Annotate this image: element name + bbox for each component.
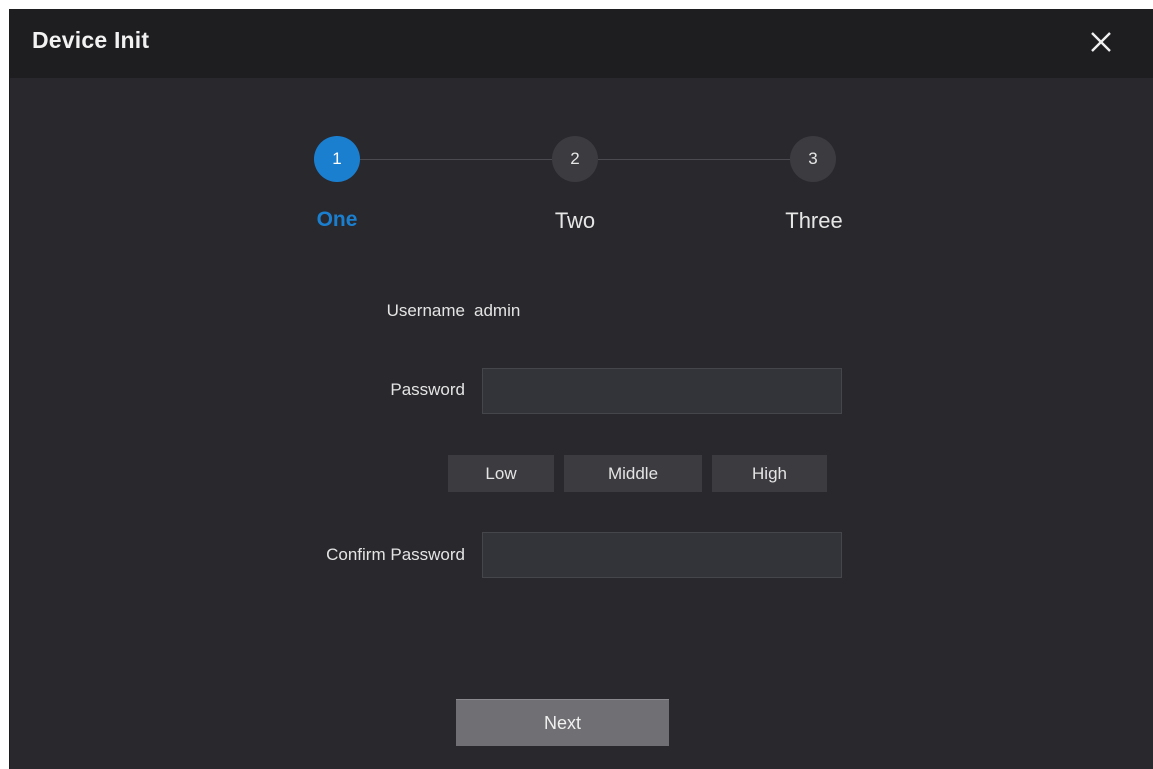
step-connector xyxy=(360,159,552,160)
username-value: admin xyxy=(474,301,521,320)
confirm-password-input[interactable] xyxy=(482,532,842,578)
username-label: Username xyxy=(386,301,465,320)
step-label-three: Three xyxy=(785,208,843,233)
password-input[interactable] xyxy=(482,368,842,414)
step-circle-three: 3 xyxy=(790,136,836,182)
strength-middle: Middle xyxy=(564,455,702,492)
step-circle-one: 1 xyxy=(314,136,360,182)
step-label-one: One xyxy=(316,208,358,231)
confirm-password-label: Confirm Password xyxy=(326,545,465,564)
device-init-dialog: Device Init 1 2 3 One Two Three Username… xyxy=(9,9,1153,769)
password-label: Password xyxy=(390,380,465,399)
step-connector xyxy=(598,159,790,160)
step-circle-two: 2 xyxy=(552,136,598,182)
strength-high: High xyxy=(712,455,827,492)
next-button[interactable]: Next xyxy=(456,699,669,746)
step-progress: 1 2 3 One Two Three xyxy=(10,9,1153,249)
step-label-two: Two xyxy=(554,208,596,233)
strength-low: Low xyxy=(448,455,554,492)
